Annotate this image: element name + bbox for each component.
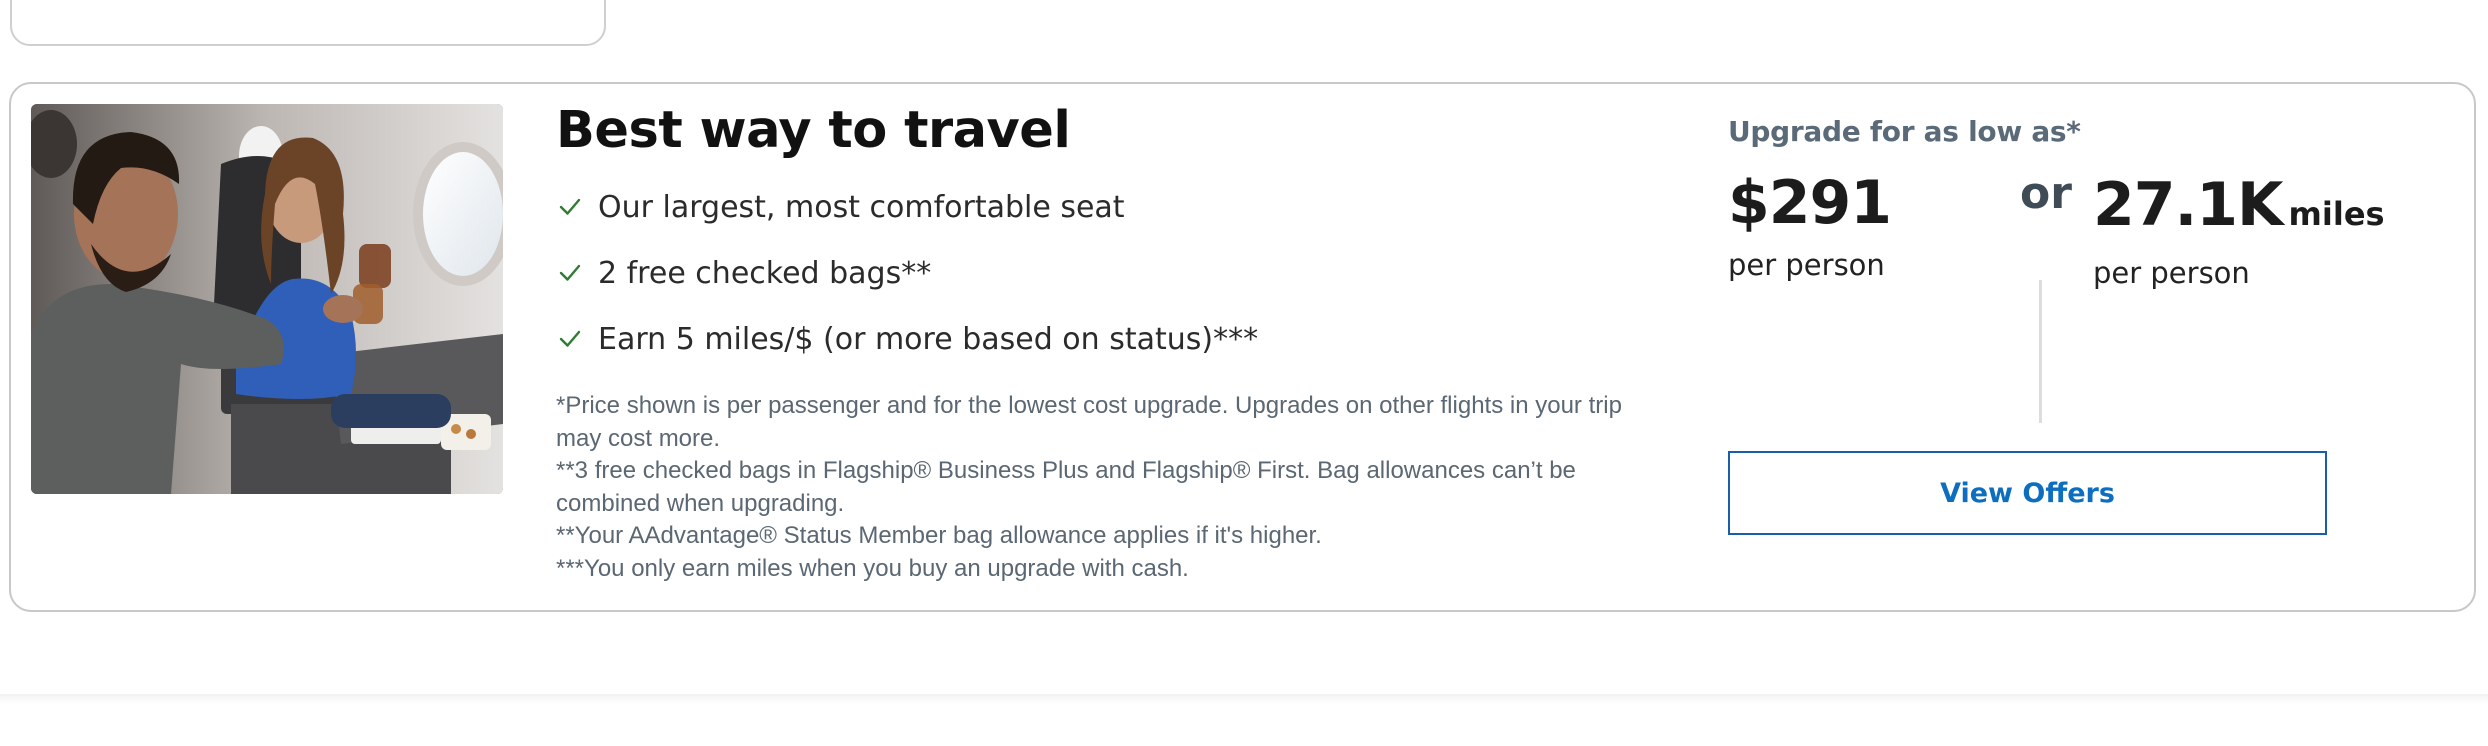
cash-per-person: per person — [1728, 248, 1885, 282]
check-icon — [559, 198, 581, 215]
page: Best way to travel Our largest, most com… — [0, 0, 2488, 746]
price-panel: Upgrade for as low as* $291 per person o… — [1728, 112, 2428, 423]
miles-price: 27.1K miles — [2093, 170, 2385, 255]
benefit-text: 2 free checked bags** — [598, 255, 932, 291]
footnote-bags: **3 free checked bags in Flagship® Busin… — [556, 457, 1576, 517]
check-icon — [559, 264, 581, 281]
cash-price: $291 — [1728, 168, 1892, 238]
miles-per-person: per person — [2093, 256, 2250, 290]
check-icon — [559, 330, 581, 347]
benefit-text: Our largest, most comfortable seat — [598, 189, 1125, 225]
benefits-list: Our largest, most comfortable seat 2 fre… — [556, 174, 1666, 372]
offer-details: Best way to travel Our largest, most com… — [556, 96, 1666, 586]
miles-amount: 27.1K — [2093, 170, 2284, 240]
benefit-item: Earn 5 miles/$ (or more based on status)… — [556, 306, 1666, 372]
view-offers-button[interactable]: View Offers — [1728, 451, 2327, 535]
upgrade-offer-card: Best way to travel Our largest, most com… — [9, 82, 2476, 612]
footnote-status-bags: **Your AAdvantage® Status Member bag all… — [556, 522, 1322, 550]
footnote-miles: ***You only earn miles when you buy an u… — [556, 554, 1189, 582]
section-divider-shadow — [0, 694, 2488, 704]
cabin-photo-illustration — [31, 104, 503, 494]
price-options: $291 per person or 27.1K miles per person — [1728, 152, 2428, 423]
price-divider — [2039, 280, 2042, 423]
footnotes: *Price shown is per passenger and for th… — [556, 390, 1666, 586]
benefit-text: Earn 5 miles/$ (or more based on status)… — [598, 321, 1259, 357]
offer-title: Best way to travel — [556, 101, 1071, 160]
previous-offer-card — [10, 0, 606, 46]
benefit-item: Our largest, most comfortable seat — [556, 174, 1666, 240]
miles-unit: miles — [2288, 195, 2385, 233]
benefit-item: 2 free checked bags** — [556, 240, 1666, 306]
cabin-photo — [31, 104, 503, 494]
upgrade-price-label: Upgrade for as low as* — [1728, 115, 2081, 148]
or-separator: or — [2020, 168, 2072, 219]
footnote-price: *Price shown is per passenger and for th… — [556, 392, 1622, 452]
